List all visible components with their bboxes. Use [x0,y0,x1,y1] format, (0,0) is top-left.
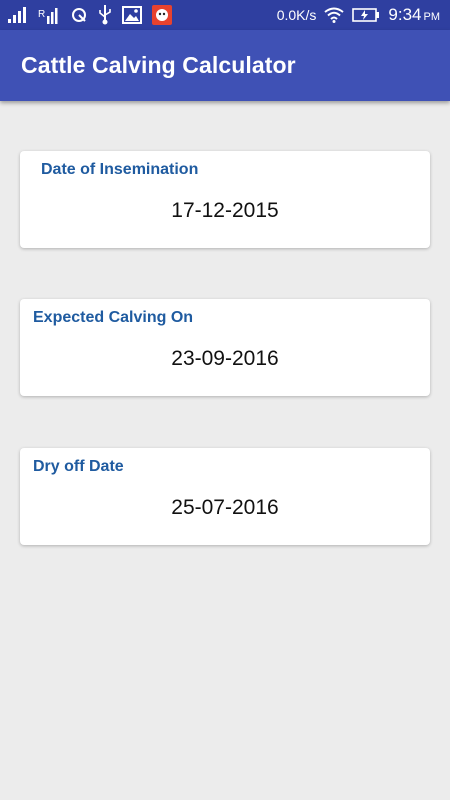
app-title: Cattle Calving Calculator [21,52,296,78]
wifi-icon [324,7,345,23]
clock-time: 9:34 [388,5,422,24]
battery-icon [352,7,380,23]
signal-bars-icon [8,7,28,23]
insemination-date-card[interactable]: Date of Insemination 17-12-2015 [20,151,430,248]
dry-off-value: 25-07-2016 [171,496,279,519]
image-icon [122,6,142,24]
insemination-date-value[interactable]: 17-12-2015 [20,199,430,223]
usb-icon [98,5,112,25]
status-bar: R 0.0K/s 9:34 PM [0,0,450,30]
status-right-icons: 0.0K/s 9:34 PM [277,4,440,26]
dry-off-card: Dry off Date 25-07-2016 [20,448,430,545]
app-notification-icon [152,5,172,25]
svg-text:R: R [38,9,45,20]
signal-rii-icon: R [38,6,60,24]
net-speed: 0.0K/s [276,7,317,23]
expected-calving-value: 23-09-2016 [171,347,279,370]
clock: 9:34 PM [388,5,440,25]
insemination-date-label: Date of Insemination [41,161,199,178]
clock-ampm: PM [423,11,441,23]
status-left-icons: R [8,5,172,25]
sync-icon [70,6,88,24]
expected-calving-card: Expected Calving On 23-09-2016 [20,299,430,396]
app-bar: Cattle Calving Calculator [0,30,450,101]
expected-calving-label: Expected Calving On [33,309,194,326]
dry-off-label: Dry off Date [33,458,124,475]
